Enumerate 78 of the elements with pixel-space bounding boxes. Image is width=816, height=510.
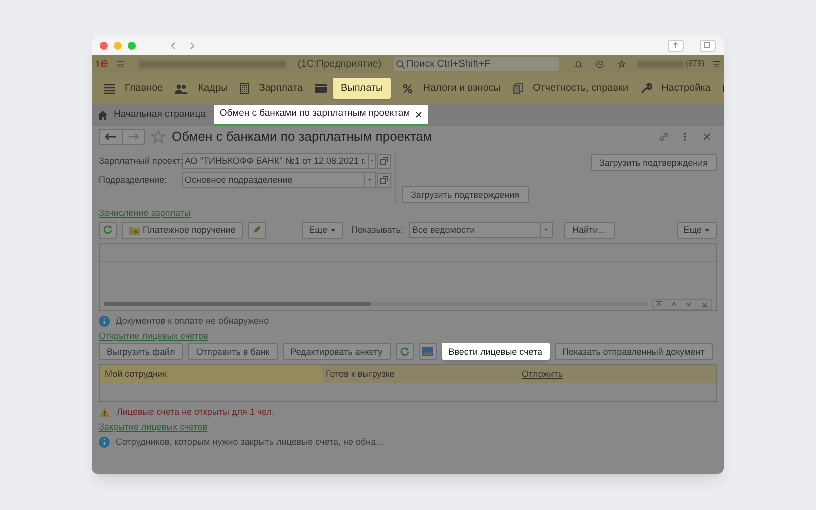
action-button[interactable]: Отправить в банк (188, 343, 278, 360)
refresh-icon (103, 225, 113, 235)
action-button[interactable]: Показать отправленный документ (554, 343, 713, 360)
input-field[interactable]: АО "ТИНЬКОФФ БАНК" №1 от 12.08.2021 г. (182, 153, 376, 169)
section-tab[interactable]: Выплаты (333, 78, 392, 99)
action-button[interactable]: Выгрузить файл (99, 343, 184, 360)
open-form-icon (380, 157, 388, 165)
warning-icon (99, 406, 111, 418)
section-tab[interactable]: Отчетность, справки (532, 81, 629, 96)
section-tab[interactable]: Кадры (198, 81, 228, 96)
pencil-icon (252, 225, 262, 235)
calculator-icon (240, 83, 250, 94)
app-title: (1С:Предприятие) (298, 58, 382, 72)
scroll-buttons-drawing[interactable] (652, 298, 712, 310)
closing-accounts-link[interactable]: Закрытие лицевых счетов (99, 421, 208, 433)
warning-message: Лицевые счета не открыты для 1 чел. (117, 406, 275, 418)
payment-order-button[interactable]: Платежное поручение (122, 222, 243, 238)
info-icon (99, 316, 110, 326)
folder-icon (129, 226, 140, 234)
caret-icon (330, 228, 336, 232)
image-icon (422, 347, 434, 356)
edit-button[interactable] (248, 222, 266, 238)
search-icon (396, 60, 405, 68)
refresh-button[interactable] (99, 222, 117, 238)
menu-icon[interactable] (712, 60, 720, 68)
tabs-icon[interactable] (700, 40, 716, 52)
section-tab[interactable]: Настройка (662, 81, 711, 96)
section-tab[interactable]: Главное (125, 81, 164, 96)
show-dropdown[interactable]: Все ведомости (408, 222, 552, 238)
field-label: Зарплатный проект: (99, 155, 182, 167)
info-icon (99, 436, 110, 448)
open-button[interactable] (377, 172, 391, 188)
page-tab[interactable]: Начальная страница (96, 105, 208, 126)
percent-icon (403, 84, 414, 94)
column-header[interactable]: Отложить (518, 365, 716, 383)
info-message: Документов к оплате не обнаружено (116, 315, 270, 327)
more-dropdown[interactable]: Еще (676, 222, 717, 238)
star-icon[interactable] (618, 58, 626, 70)
caret-icon (705, 228, 710, 232)
action-button[interactable]: Ввести лицевые счета (442, 343, 550, 360)
card-icon (315, 84, 327, 93)
history-icon[interactable] (596, 58, 604, 70)
payroll-link[interactable]: Зачисление зарплаты (99, 207, 191, 219)
menu-icon[interactable] (117, 60, 125, 68)
more-dropdown[interactable]: Еще (302, 222, 343, 238)
section-tab[interactable]: Зарплата (259, 81, 303, 96)
wrench-icon (640, 83, 652, 94)
column-header: Мой сотрудник (100, 365, 322, 383)
more-icon[interactable] (683, 132, 687, 142)
home-icon (98, 111, 108, 120)
counter: (979) (686, 58, 705, 70)
star-icon[interactable] (151, 130, 166, 144)
opening-accounts-link[interactable]: Открытие лицевых счетов (99, 330, 208, 342)
people-icon (175, 84, 188, 94)
load-confirmations-button[interactable]: Загрузить подтверждения (402, 186, 528, 203)
action-button[interactable]: Редактировать анкету (282, 343, 391, 360)
logo-icon[interactable] (96, 59, 110, 69)
form-title: Обмен с банками по зарплатным проектам (172, 131, 432, 143)
field-label: Подразделение: (99, 174, 168, 186)
open-button[interactable] (377, 154, 391, 168)
show-label: Показывать: (352, 224, 404, 236)
link-icon[interactable] (659, 132, 669, 142)
list-icon (104, 84, 115, 94)
share-icon[interactable] (668, 40, 684, 52)
image-button[interactable] (418, 343, 437, 360)
info-message: Сотрудников, которым нужно закрыть лицевые счета, не обна... (116, 436, 384, 448)
close-icon[interactable] (416, 112, 422, 118)
column-header: Готов к выгрузке (325, 368, 396, 381)
bell-icon[interactable] (574, 58, 582, 70)
load-confirmations-button[interactable]: Загрузить подтверждения (590, 154, 717, 171)
find-button[interactable]: Найти... (564, 222, 615, 238)
refresh-button[interactable] (396, 343, 414, 360)
open-form-icon (380, 176, 388, 184)
section-tab[interactable]: Налоги и взносы (423, 81, 501, 96)
refresh-icon (400, 346, 410, 356)
page-tab[interactable]: Обмен с банками по зарплатным проектам (214, 105, 428, 126)
documents-icon (512, 83, 523, 94)
input-field[interactable]: Основное подразделение (182, 172, 376, 188)
